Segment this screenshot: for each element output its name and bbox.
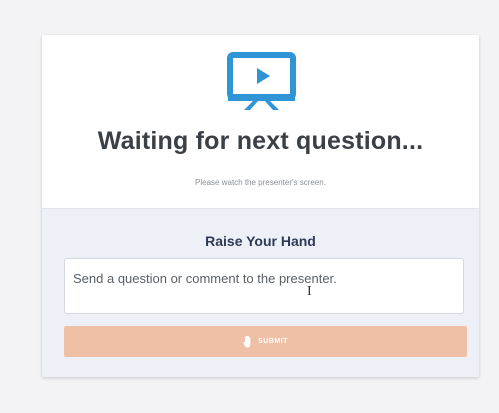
raise-hand-panel: Raise Your Hand I SUBMIT	[42, 208, 479, 377]
presentation-screen-icon	[227, 52, 296, 110]
submit-label: SUBMIT	[258, 338, 288, 345]
waiting-card: Waiting for next question... Please watc…	[42, 35, 479, 377]
page-subtitle: Please watch the presenter's screen.	[195, 178, 326, 187]
hand-icon	[243, 335, 251, 348]
submit-button[interactable]: SUBMIT	[64, 326, 467, 357]
question-input[interactable]	[64, 258, 464, 314]
page-title: Waiting for next question...	[97, 127, 424, 155]
raise-hand-title: Raise Your Hand	[205, 233, 316, 249]
text-cursor-icon: I	[307, 284, 312, 299]
status-panel: Waiting for next question... Please watc…	[42, 35, 479, 208]
